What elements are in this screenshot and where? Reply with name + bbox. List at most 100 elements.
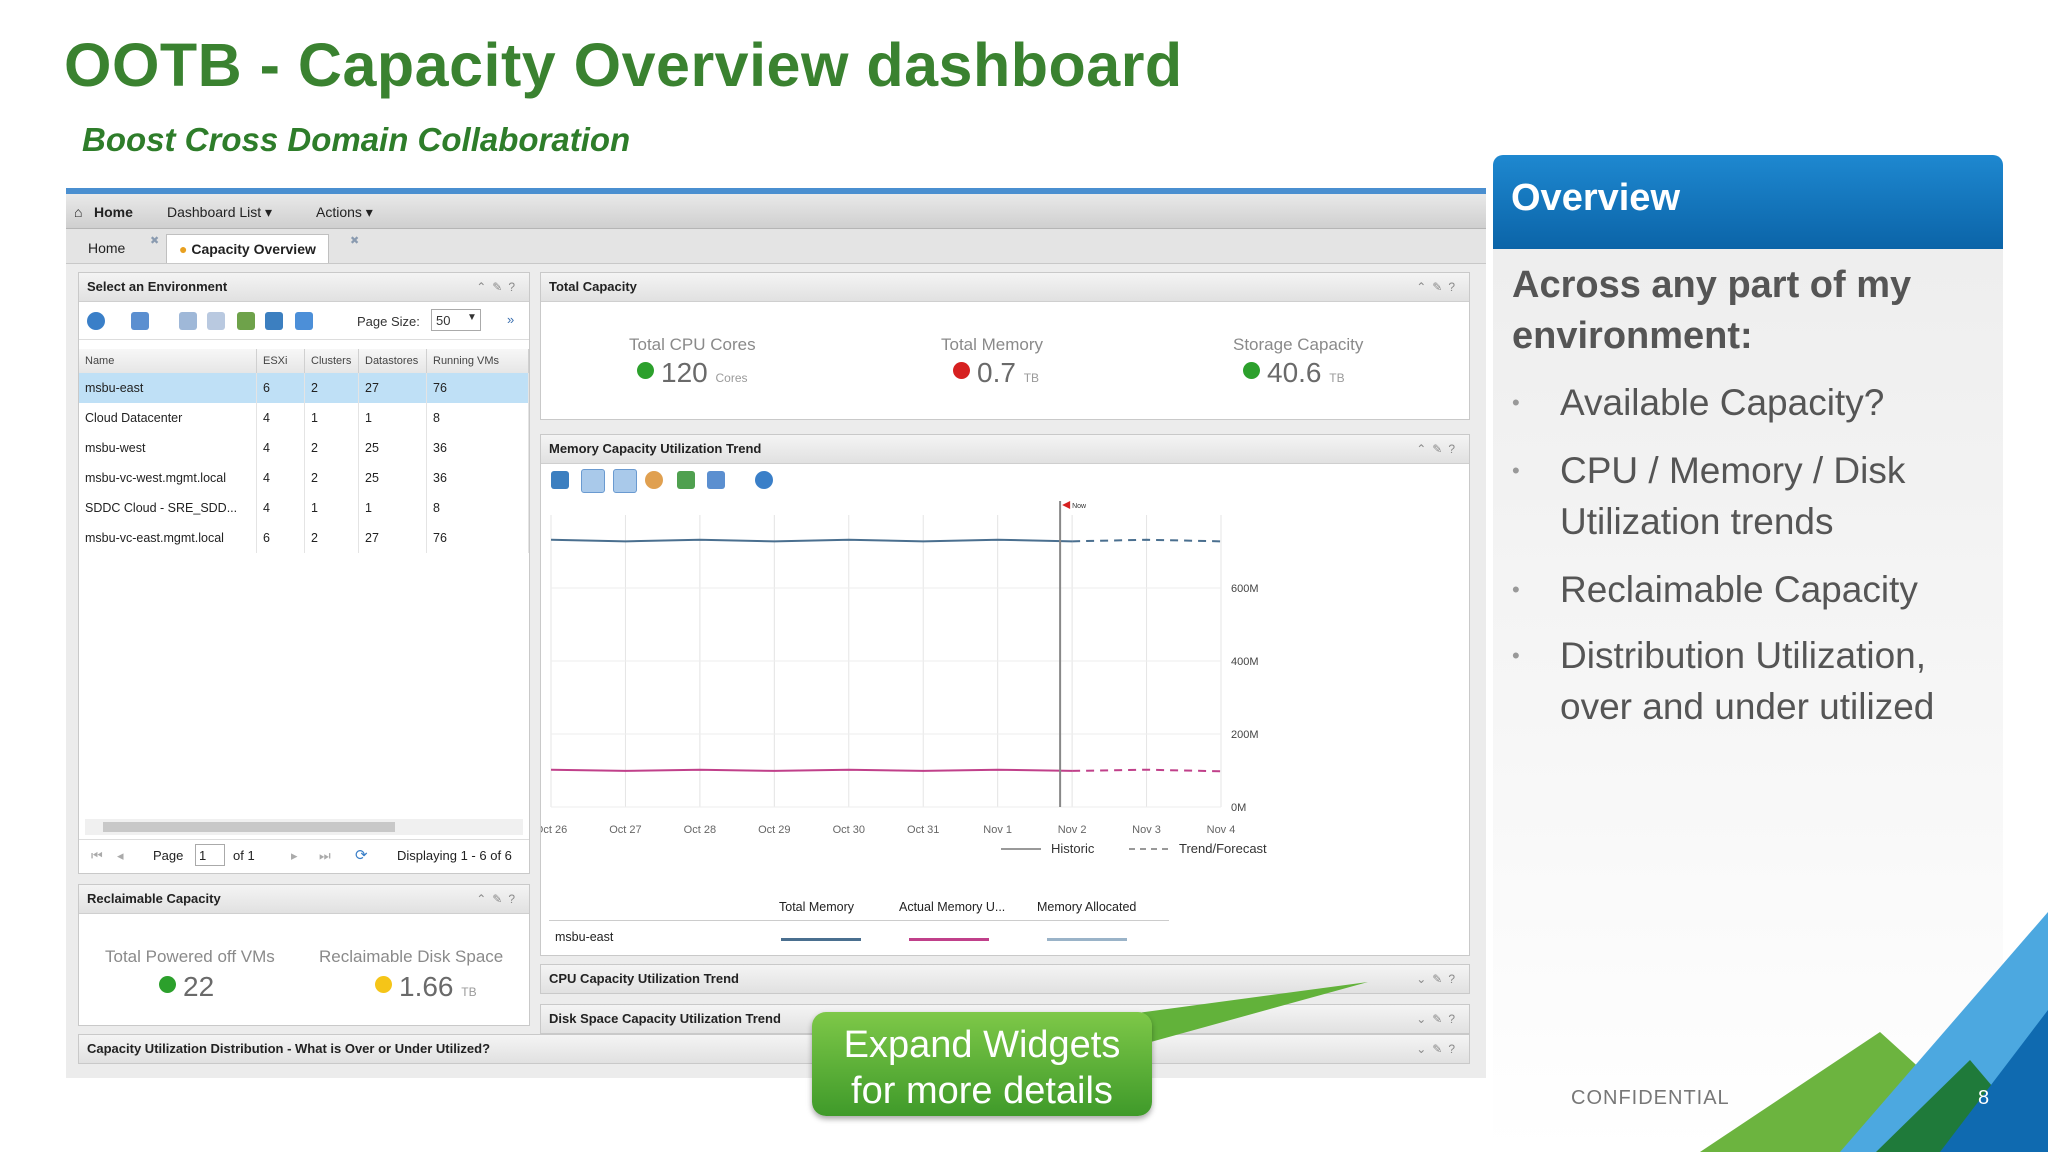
x-tick-label: Oct 30 bbox=[833, 824, 865, 836]
expand-icon[interactable]: ⌄✎? bbox=[1416, 1005, 1461, 1033]
menu-home[interactable]: Home bbox=[94, 204, 133, 220]
series-line-historic bbox=[550, 768, 1073, 772]
environment-widget-header: Select an Environment bbox=[79, 273, 529, 302]
prev-page-icon[interactable]: ◂ bbox=[117, 848, 124, 864]
table-cell: 1 bbox=[358, 493, 427, 523]
export-icon[interactable] bbox=[265, 312, 283, 330]
col-running-vms[interactable]: Running VMs bbox=[426, 349, 529, 373]
table-cell: 6 bbox=[256, 523, 305, 553]
more-icon[interactable]: » bbox=[507, 312, 514, 327]
reclaimable-widget-header: Reclaimable Capacity bbox=[79, 885, 529, 914]
pan-icon[interactable] bbox=[645, 471, 663, 489]
total-capacity-widget-header: Total Capacity bbox=[541, 273, 1469, 302]
x-tick-label: Nov 1 bbox=[983, 824, 1012, 836]
x-tick-label: Oct 29 bbox=[758, 824, 790, 836]
dashboard-icon: ● bbox=[179, 241, 188, 257]
series-line-historic bbox=[550, 538, 1073, 543]
table-cell: msbu-west bbox=[79, 433, 257, 463]
tab-bar: Home ✖ ● Capacity Overview ✖ bbox=[66, 229, 1486, 264]
table-row[interactable]: msbu-vc-west.mgmt.local 4 2 25 36 bbox=[79, 463, 529, 493]
table-cell: 1 bbox=[304, 403, 359, 433]
cpu-label: Total CPU Cores bbox=[629, 335, 756, 354]
col-datastores[interactable]: Datastores bbox=[358, 349, 427, 373]
legend-divider bbox=[549, 920, 1169, 921]
overview-header-text: Overview bbox=[1511, 177, 1680, 219]
tab-capacity-overview-label: Capacity Overview bbox=[191, 241, 316, 257]
zoom-icon[interactable] bbox=[581, 469, 605, 493]
chart-icon[interactable] bbox=[237, 312, 255, 330]
table-cell: SDDC Cloud - SRE_SDD... bbox=[79, 493, 257, 523]
menu-actions[interactable]: Actions ▾ bbox=[316, 204, 373, 221]
x-tick-label: Oct 31 bbox=[907, 824, 939, 836]
y-tick-label: 200M bbox=[1231, 729, 1259, 741]
tab-home-close-icon[interactable]: ✖ bbox=[150, 234, 159, 247]
scrollbar-thumb[interactable] bbox=[103, 822, 395, 832]
copy-icon[interactable] bbox=[179, 312, 197, 330]
table-cell: 4 bbox=[256, 403, 305, 433]
refresh-icon[interactable]: ⟳ bbox=[355, 846, 368, 864]
table-cell: 27 bbox=[358, 523, 427, 553]
gear-icon[interactable] bbox=[87, 312, 105, 330]
cpu-value: 120 Cores bbox=[637, 357, 748, 389]
y-tick-label: 0M bbox=[1231, 802, 1246, 814]
pager: ⏮ ◂ Page 1 of 1 ▸ ⏭ ⟳ Displaying 1 - 6 o… bbox=[79, 839, 529, 872]
filter-icon[interactable] bbox=[295, 312, 313, 330]
status-dot bbox=[637, 362, 654, 379]
table-cell: 6 bbox=[256, 373, 305, 403]
legend-total-memory: Total Memory bbox=[779, 900, 855, 914]
widget-controls-icon[interactable]: ⌃✎? bbox=[476, 885, 521, 913]
confidential-label: CONFIDENTIAL bbox=[1571, 1087, 1730, 1109]
table-row[interactable]: SDDC Cloud - SRE_SDD... 4 1 1 8 bbox=[79, 493, 529, 523]
next-page-icon[interactable]: ▸ bbox=[291, 848, 298, 864]
historic-label: Historic bbox=[1051, 841, 1095, 856]
x-tick-label: Oct 27 bbox=[609, 824, 641, 836]
powered-off-value: 22 bbox=[159, 971, 214, 1003]
table-row[interactable]: msbu-east 6 2 27 76 bbox=[79, 373, 529, 403]
hierarchy-icon[interactable] bbox=[131, 312, 149, 330]
widget-controls-icon[interactable]: ⌃✎? bbox=[1416, 273, 1461, 301]
callout-line-1: Expand Widgets bbox=[843, 1024, 1121, 1066]
col-name[interactable]: Name bbox=[79, 349, 257, 373]
expand-icon[interactable]: ⌄✎? bbox=[1416, 1035, 1461, 1063]
last-page-icon[interactable]: ⏭ bbox=[319, 848, 331, 864]
memory-trend-chart: 0M 200M 400M 600M Oct 26 Oct 27 Oct 28 Oct 29 Oc… bbox=[541, 501, 1267, 856]
col-esxi[interactable]: ESXi bbox=[256, 349, 305, 373]
menu-dashboard-list[interactable]: Dashboard List ▾ bbox=[167, 204, 272, 221]
col-clusters[interactable]: Clusters bbox=[304, 349, 359, 373]
export-icon[interactable] bbox=[551, 471, 569, 489]
table-cell: 1 bbox=[358, 403, 427, 433]
clock-icon[interactable] bbox=[755, 471, 773, 489]
chevron-down-icon[interactable]: ▼ bbox=[467, 312, 477, 323]
paste-icon[interactable] bbox=[207, 312, 225, 330]
fit-icon[interactable] bbox=[677, 471, 695, 489]
magnify-icon[interactable] bbox=[613, 469, 637, 493]
tab-home[interactable]: Home bbox=[76, 234, 137, 262]
widget-controls-icon[interactable]: ⌃✎? bbox=[476, 273, 521, 301]
legend-swatch-allocated bbox=[1047, 938, 1127, 941]
now-marker-flag bbox=[1062, 501, 1071, 509]
widget-controls-icon[interactable]: ⌃✎? bbox=[1416, 435, 1461, 463]
first-page-icon[interactable]: ⏮ bbox=[91, 848, 103, 864]
table-row[interactable]: msbu-west 4 2 25 36 bbox=[79, 433, 529, 463]
expand-icon[interactable]: ⌄✎? bbox=[1416, 965, 1461, 993]
home-icon[interactable]: ⌂ bbox=[74, 204, 82, 220]
tab-capacity-close-icon[interactable]: ✖ bbox=[350, 234, 359, 247]
overview-header: Overview bbox=[1493, 155, 2003, 249]
x-tick-label: Nov 3 bbox=[1132, 824, 1161, 836]
table-row[interactable]: Cloud Datacenter 4 1 1 8 bbox=[79, 403, 529, 433]
slide-subtitle: Boost Cross Domain Collaboration bbox=[82, 121, 631, 158]
table-row[interactable]: msbu-vc-east.mgmt.local 6 2 27 76 bbox=[79, 523, 529, 553]
reclaim-disk-label: Reclaimable Disk Space bbox=[319, 947, 504, 966]
legend-swatch-total bbox=[781, 938, 861, 941]
overview-lead: Across any part of my environment: bbox=[1512, 264, 1912, 357]
tab-capacity-overview[interactable]: ● Capacity Overview bbox=[166, 234, 329, 263]
environment-widget: Select an Environment ⌃✎? Page Size: 50 … bbox=[78, 272, 530, 874]
mem-value: 0.7 TB bbox=[953, 357, 1039, 389]
pager-page-input[interactable]: 1 bbox=[195, 844, 225, 866]
table-cell: msbu-vc-east.mgmt.local bbox=[79, 523, 257, 553]
x-tick-label: Nov 2 bbox=[1058, 824, 1087, 836]
table-cell: 4 bbox=[256, 493, 305, 523]
horizontal-scrollbar[interactable] bbox=[85, 819, 523, 835]
legend-row-name: msbu-east bbox=[555, 930, 614, 944]
calendar-icon[interactable] bbox=[707, 471, 725, 489]
